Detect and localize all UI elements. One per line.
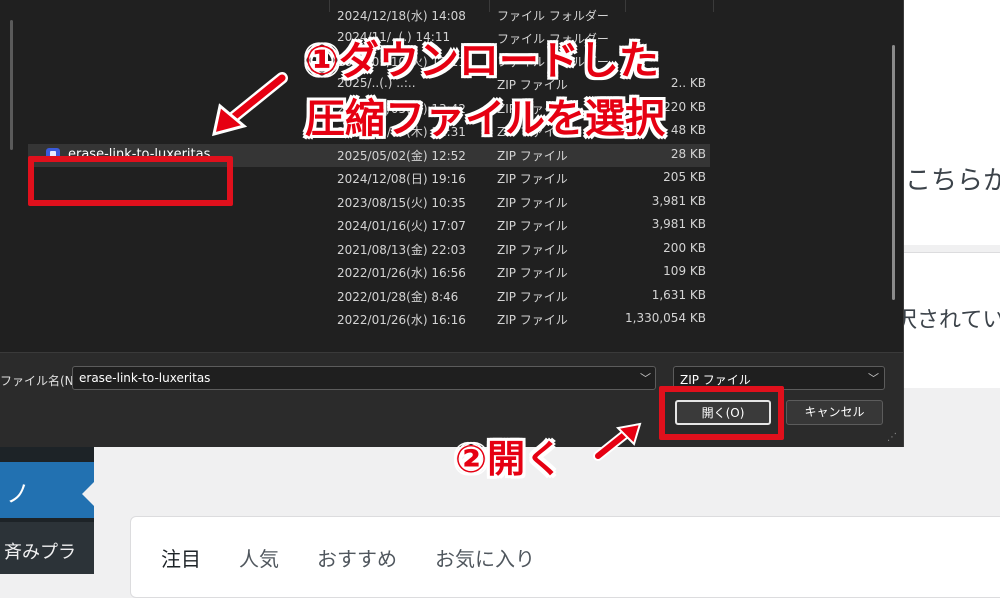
filename-label: ファイル名(N): xyxy=(0,374,83,388)
sidebar-item-plugins[interactable]: ノ xyxy=(0,462,94,518)
highlight-box-open xyxy=(659,386,784,440)
sidebar-item-label: ノ xyxy=(6,480,30,508)
background-snippet-top: こちらか xyxy=(905,166,1000,196)
file-size: 1,330,054 KB xyxy=(625,311,706,325)
file-type: ZIP ファイル xyxy=(497,313,568,327)
tab-popular[interactable]: 人気 xyxy=(239,543,279,572)
file-date: 2025/05/02(金) 12:52 xyxy=(337,149,466,163)
file-date: 2022/01/26(水) 16:56 xyxy=(337,266,466,280)
file-type: ファイル フォルダー xyxy=(497,9,609,23)
file-size: 28 KB xyxy=(670,147,706,161)
annotation-step1-line1: ①ダウンロードした xyxy=(305,38,659,84)
file-row[interactable]: 2022/01/26(水) 16:56 ZIP ファイル 109 KB xyxy=(28,261,710,284)
annotation-step1-line2: 圧縮ファイルを選択 xyxy=(305,96,665,142)
filename-input[interactable]: erase-link-to-luxeritas xyxy=(72,366,656,390)
file-date: 2024/01/16(火) 17:07 xyxy=(337,219,466,233)
cancel-button[interactable]: キャンセル xyxy=(786,400,883,425)
arrow-annotation xyxy=(212,72,288,137)
file-date: 2021/08/13(金) 22:03 xyxy=(337,243,466,257)
column-separator[interactable] xyxy=(713,0,714,12)
file-size: 205 KB xyxy=(663,170,706,184)
tab-recommended[interactable]: おすすめ xyxy=(317,543,397,572)
file-type: ZIP ファイル xyxy=(497,266,568,280)
file-size: 48 KB xyxy=(670,123,706,137)
arrow-annotation xyxy=(593,422,642,461)
file-row[interactable]: 2024/12/18(水) 14:08 ファイル フォルダー xyxy=(28,4,710,27)
file-size: 2.. KB xyxy=(670,76,706,90)
file-row[interactable]: 2022/01/28(金) 8:46 ZIP ファイル 1,631 KB xyxy=(28,285,710,308)
annotation-step2: ②開く xyxy=(455,437,564,481)
file-type: ZIP ファイル xyxy=(497,149,568,163)
resize-grip-icon[interactable]: ⋰ xyxy=(887,432,897,443)
chevron-down-icon[interactable]: ﹀ xyxy=(868,370,879,386)
file-date: 2024/12/18(水) 14:08 xyxy=(337,9,466,23)
sidebar-active-arrow xyxy=(82,482,94,506)
file-size: 3,981 KB xyxy=(651,217,706,231)
file-list-scrollbar[interactable] xyxy=(892,45,895,300)
file-row[interactable]: 2024/01/16(火) 17:07 ZIP ファイル 3,981 KB xyxy=(28,214,710,237)
tab-featured[interactable]: 注目 xyxy=(161,543,201,572)
file-type: ZIP ファイル xyxy=(497,196,568,210)
highlight-box-file xyxy=(28,156,233,206)
file-date: 2024/12/08(日) 19:16 xyxy=(337,172,466,186)
chevron-down-icon[interactable]: ﹀ xyxy=(640,370,651,386)
tab-favorites[interactable]: お気に入り xyxy=(435,543,535,572)
file-size: 200 KB xyxy=(663,241,706,255)
navigation-scrollbar[interactable] xyxy=(10,20,13,150)
file-type: ZIP ファイル xyxy=(497,172,568,186)
file-date: 2023/08/15(火) 10:35 xyxy=(337,196,466,210)
plugin-install-panel: 注目 人気 おすすめ お気に入り xyxy=(130,516,1000,598)
file-size: 1,631 KB xyxy=(651,288,706,302)
sidebar-subitem-label: 斉みプラ xyxy=(4,542,76,563)
navigation-pane[interactable] xyxy=(0,0,30,352)
background-snippet-mid: 沢されてい xyxy=(895,308,1000,333)
file-type: ZIP ファイル xyxy=(497,290,568,304)
file-size: 220 KB xyxy=(663,100,706,114)
sidebar-subitem-installed[interactable]: 斉みプラ xyxy=(0,522,94,574)
file-row[interactable]: 2021/08/13(金) 22:03 ZIP ファイル 200 KB xyxy=(28,238,710,261)
file-type: ZIP ファイル xyxy=(497,219,568,233)
file-row[interactable]: 2022/01/26(水) 16:16 ZIP ファイル 1,330,054 KB xyxy=(28,308,710,331)
file-size: 3,981 KB xyxy=(651,194,706,208)
file-date: 2022/01/26(水) 16:16 xyxy=(337,313,466,327)
file-date: 2022/01/28(金) 8:46 xyxy=(337,290,459,304)
file-size: 109 KB xyxy=(663,264,706,278)
file-type: ZIP ファイル xyxy=(497,243,568,257)
